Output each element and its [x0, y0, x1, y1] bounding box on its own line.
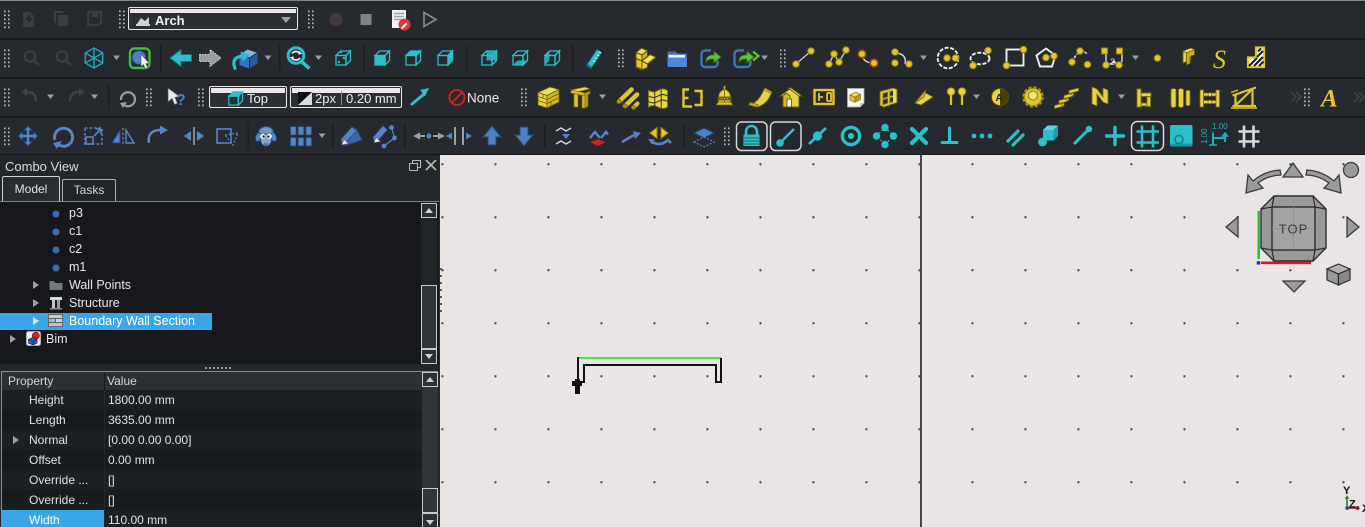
svg-text:Z: Z [1349, 499, 1356, 511]
svg-text:A: A [996, 93, 1003, 104]
svg-text:3: 3 [1110, 57, 1115, 67]
svg-text:TOP: TOP [1279, 222, 1309, 237]
svg-text:?: ? [176, 92, 186, 109]
svg-text:1.00: 1.00 [1212, 122, 1228, 131]
svg-text:1.00: 1.00 [1200, 128, 1209, 144]
svg-text:S: S [1213, 45, 1226, 74]
svg-text:A: A [1319, 86, 1338, 113]
svg-text:None: None [467, 91, 499, 106]
